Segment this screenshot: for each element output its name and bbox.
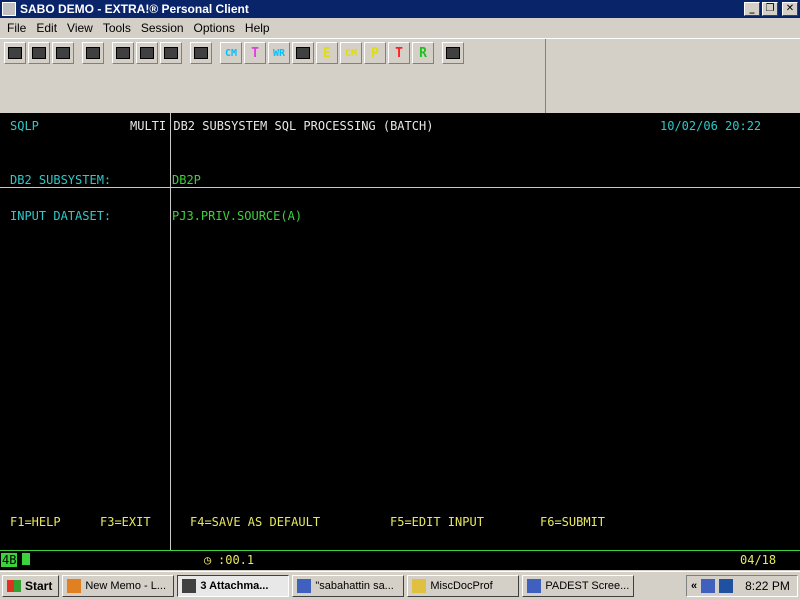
fkey-help[interactable]: F1=HELP (10, 515, 61, 529)
taskbar-task[interactable]: MiscDocProf (407, 575, 520, 597)
crosshair-vertical (170, 113, 171, 550)
open-icon[interactable] (28, 42, 50, 64)
paste-glyph (164, 47, 178, 59)
app-icon[interactable] (2, 2, 16, 16)
wr-macro-icon[interactable]: WR (268, 42, 290, 64)
task-label: PADEST Scree... (545, 580, 630, 592)
task-app-icon (297, 579, 312, 593)
program-id: SQLP (10, 119, 39, 133)
restore-button[interactable]: ❐ (762, 2, 778, 16)
settings-macro-icon[interactable] (442, 42, 464, 64)
taskbar-task[interactable]: "sabahattin sa... (292, 575, 405, 597)
subsystem-label: DB2 SUBSYSTEM: (10, 173, 112, 187)
task-app-icon (412, 579, 427, 593)
dataset-label: INPUT DATASET: (10, 209, 112, 223)
crosshair-horizontal (0, 187, 800, 188)
task-label: 3 Attachma... (200, 580, 269, 592)
save-icon[interactable] (52, 42, 74, 64)
minimize-button[interactable]: _ (744, 2, 760, 16)
menu-help[interactable]: Help (240, 21, 275, 35)
cm-yellow-macro-icon[interactable]: CM (340, 42, 362, 64)
window-title: SABO DEMO - EXTRA!® Personal Client (20, 2, 249, 16)
r-macro-glyph: R (419, 45, 427, 61)
menu-options[interactable]: Options (189, 21, 240, 35)
r-macro-icon[interactable]: R (412, 42, 434, 64)
save-glyph (56, 47, 70, 59)
t-red-macro-glyph: T (395, 45, 403, 61)
toolbar-main-area: CM T WR E CM P T R (0, 39, 546, 113)
taskbar-task[interactable]: New Memo - L... (62, 575, 175, 597)
fkey-edit-input[interactable]: F5=EDIT INPUT (390, 515, 484, 529)
security-shield-icon[interactable] (719, 579, 734, 593)
windows-logo-icon (7, 580, 21, 592)
fkey-submit[interactable]: F6=SUBMIT (540, 515, 605, 529)
fkey-save-default[interactable]: F4=SAVE AS DEFAULT (190, 515, 320, 529)
taskbar-clock[interactable]: 8:22 PM (745, 579, 790, 593)
run-macro-icon[interactable] (292, 42, 314, 64)
p-macro-glyph: P (371, 45, 379, 61)
fkey-exit[interactable]: F3=EXIT (100, 515, 151, 529)
screen-heading: MULTI DB2 SUBSYSTEM SQL PROCESSING (BATC… (130, 119, 434, 133)
tray-expand-icon[interactable]: « (691, 580, 697, 592)
task-label: New Memo - L... (85, 580, 167, 592)
start-button[interactable]: Start (2, 575, 60, 597)
t-red-macro-icon[interactable]: T (388, 42, 410, 64)
settings-macro-glyph (446, 47, 460, 59)
cm-yellow-macro-glyph: CM (344, 47, 358, 59)
open-glyph (32, 47, 46, 59)
print-glyph (86, 47, 100, 59)
menu-bar: File Edit View Tools Session Options Hel… (0, 18, 800, 38)
keyboard-lock-indicator (22, 553, 30, 565)
cut-glyph (116, 47, 130, 59)
new-session-glyph (8, 47, 22, 59)
e-macro-glyph: E (323, 45, 331, 61)
menu-session[interactable]: Session (136, 21, 189, 35)
cm-macro-icon[interactable]: CM (220, 42, 242, 64)
terminal-screen[interactable]: SQLP MULTI DB2 SUBSYSTEM SQL PROCESSING … (0, 113, 800, 550)
cut-icon[interactable] (112, 42, 134, 64)
task-list: New Memo - L... 3 Attachma... "sabahattin … (59, 575, 635, 597)
p-macro-icon[interactable]: P (364, 42, 386, 64)
menu-tools[interactable]: Tools (98, 21, 136, 35)
t-macro-icon[interactable]: T (244, 42, 266, 64)
taskbar: Start New Memo - L... 3 Attachma... "sabah… (0, 571, 800, 600)
e-macro-icon[interactable]: E (316, 42, 338, 64)
status-line: 4B ◷ :00.1 04/18 (0, 550, 800, 570)
start-label: Start (25, 579, 53, 593)
run-macro-glyph (296, 47, 310, 59)
macro-icon[interactable] (190, 42, 212, 64)
menu-file[interactable]: File (2, 21, 31, 35)
clock-icon: ◷ (204, 553, 212, 567)
copy-glyph (140, 47, 154, 59)
taskbar-task[interactable]: 3 Attachma... (177, 575, 290, 597)
dataset-input[interactable]: PJ3.PRIV.SOURCE(A) (172, 209, 302, 223)
subsystem-input[interactable]: DB2P (172, 173, 201, 187)
macro-glyph (194, 47, 208, 59)
taskbar-task[interactable]: PADEST Scree... (522, 575, 635, 597)
toolbar-button-row: CM T WR E CM P T R (4, 42, 466, 64)
task-app-icon (182, 579, 197, 593)
cm-macro-glyph: CM (224, 47, 238, 59)
wr-macro-glyph: WR (272, 47, 286, 59)
response-timer: :00.1 (218, 553, 255, 567)
task-app-icon (67, 579, 82, 593)
close-button[interactable]: ✕ (782, 2, 798, 16)
print-icon[interactable] (82, 42, 104, 64)
menu-edit[interactable]: Edit (31, 21, 62, 35)
task-app-icon (527, 579, 542, 593)
new-session-icon[interactable] (4, 42, 26, 64)
copy-icon[interactable] (136, 42, 158, 64)
session-indicator: 4B (1, 553, 18, 567)
task-label: MiscDocProf (430, 580, 493, 592)
screen-datetime: 10/02/06 20:22 (660, 119, 762, 133)
t-macro-glyph: T (251, 45, 259, 61)
system-tray: « 8:22 PM (686, 575, 798, 597)
task-label: "sabahattin sa... (315, 580, 394, 592)
toolbar: CM T WR E CM P T R (0, 38, 800, 113)
paste-icon[interactable] (160, 42, 182, 64)
cursor-position: 04/18 (740, 553, 777, 567)
menu-view[interactable]: View (62, 21, 98, 35)
network-icon[interactable] (701, 579, 716, 593)
window-titlebar[interactable]: SABO DEMO - EXTRA!® Personal Client _ ❐ … (0, 0, 800, 18)
